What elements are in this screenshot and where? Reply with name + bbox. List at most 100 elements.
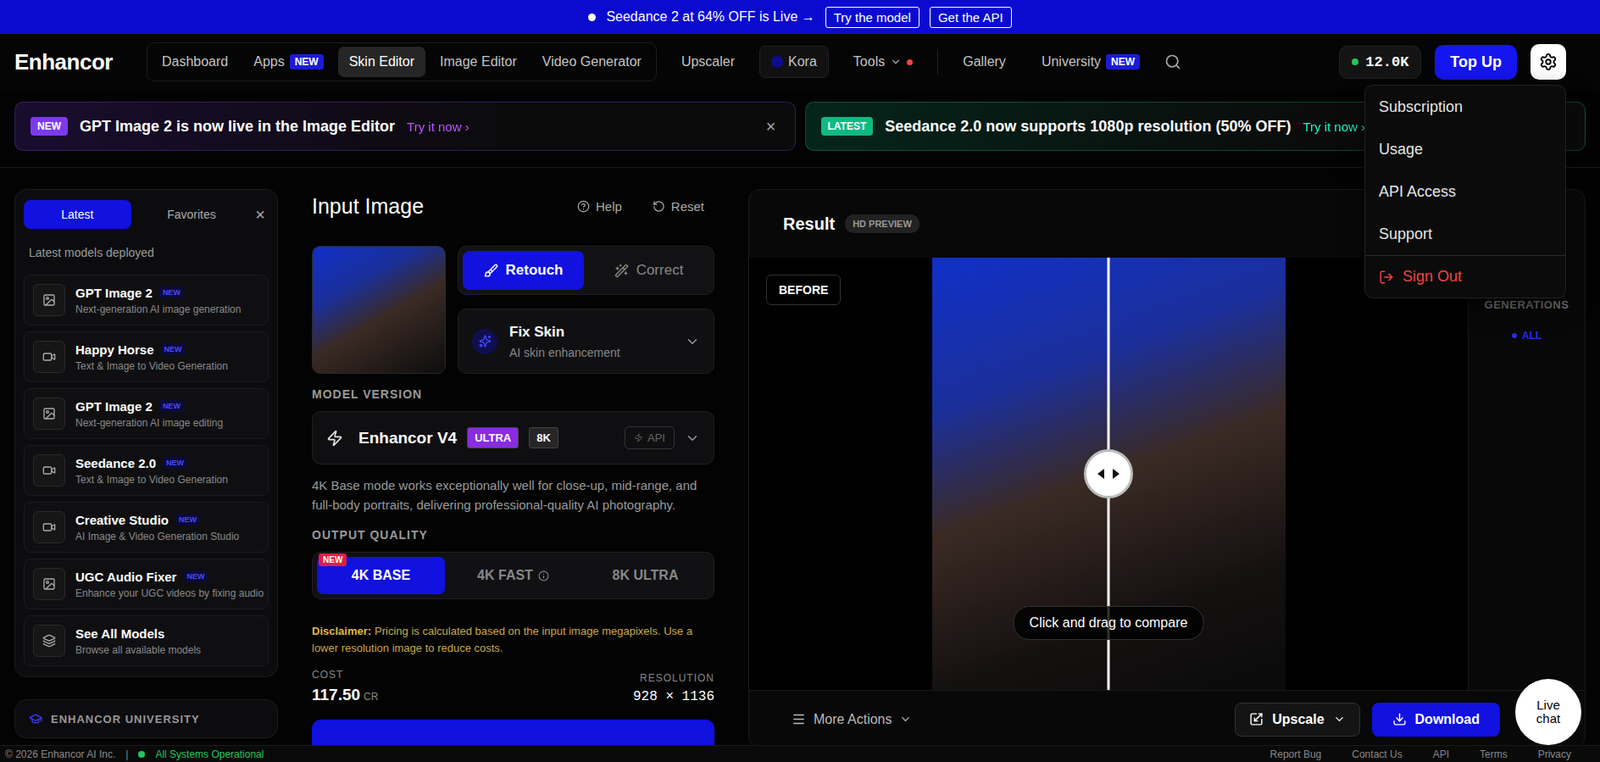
model-item[interactable]: UGC Audio FixerNEWEnhance your UGC video… xyxy=(23,558,269,610)
nav-link[interactable]: Video Generator xyxy=(531,46,653,78)
nav-link[interactable]: Upscaler xyxy=(670,46,746,78)
generate-button[interactable] xyxy=(311,719,715,745)
chevron-down-icon xyxy=(889,55,902,68)
input-thumbnail[interactable] xyxy=(311,245,446,374)
university-card[interactable]: ENHANCOR UNIVERSITY xyxy=(14,699,278,739)
model-item[interactable]: GPT Image 2NEWNext-generation AI image g… xyxy=(23,274,269,326)
mode-button[interactable]: Retouch xyxy=(462,250,584,290)
image-icon xyxy=(42,406,56,421)
menu-item[interactable]: Sign Out xyxy=(1365,255,1566,298)
model-item[interactable]: Creative StudioNEW AI Image & Video Gener… xyxy=(23,501,269,553)
result-image[interactable]: Click and drag to compare xyxy=(932,257,1286,690)
download-button[interactable]: Download xyxy=(1372,702,1500,737)
help-icon xyxy=(577,200,590,213)
kora-pill[interactable]: Kora xyxy=(759,45,829,78)
logo[interactable]: Enhancor xyxy=(14,49,113,76)
model-icon-box xyxy=(33,340,66,373)
promo-button[interactable]: Get the API xyxy=(929,6,1012,28)
tool-title: Fix Skin xyxy=(509,323,673,341)
layers-icon xyxy=(42,633,56,648)
model-title-row: Happy HorseNEW xyxy=(75,342,228,357)
model-title-row: Creative StudioNEW xyxy=(75,512,239,528)
gear-icon xyxy=(1538,52,1558,72)
close-button[interactable]: × xyxy=(762,116,780,137)
model-title: UGC Audio Fixer xyxy=(75,569,177,584)
menu-item[interactable]: Subscription xyxy=(1365,85,1566,128)
model-item[interactable]: See All ModelsBrowse all available model… xyxy=(23,615,269,667)
generations-label: GENERATIONS xyxy=(1484,298,1570,312)
footer-link[interactable]: Privacy xyxy=(1538,748,1572,761)
model-select[interactable]: Enhancor V4ULTRA8KAPI xyxy=(311,411,715,465)
version-badge: 8K xyxy=(528,427,559,449)
settings-button[interactable] xyxy=(1530,44,1567,80)
result-header: ResultHD PREVIEW xyxy=(749,189,1468,258)
quality-option[interactable]: NEW4K BASE xyxy=(316,556,445,595)
promo-button[interactable]: Try the model xyxy=(825,6,920,28)
banner-link[interactable]: Try it now › xyxy=(1302,119,1366,134)
compare-handle[interactable] xyxy=(1083,449,1134,499)
kora-icon xyxy=(771,55,784,68)
image-icon xyxy=(42,577,56,591)
nav-link[interactable]: UniversityNEW xyxy=(1030,46,1151,78)
footer: © 2026 Enhancor AI Inc.|All Systems Oper… xyxy=(0,744,1600,762)
result-actions: More Actions Upscale Download xyxy=(749,689,1585,745)
live-chat-button[interactable]: Live chat xyxy=(1515,678,1582,745)
footer-link[interactable]: Terms xyxy=(1479,748,1508,761)
nav-link[interactable]: Gallery xyxy=(951,46,1017,78)
banner-badge: LATEST xyxy=(821,116,874,136)
generations-filter[interactable]: ALL xyxy=(1511,329,1542,342)
nav-link[interactable]: Skin Editor xyxy=(338,46,426,78)
chevron-down-icon xyxy=(684,333,700,350)
promo-bar: Seedance 2 at 64% OFF is Live → Try the m… xyxy=(0,0,1600,34)
top-up-button[interactable]: Top Up xyxy=(1434,44,1517,80)
tools-menu[interactable]: Tools xyxy=(842,46,924,78)
quality-option[interactable]: 8K ULTRA xyxy=(581,556,710,595)
quality-option[interactable]: 4K FAST xyxy=(449,556,578,595)
cost-row: COST117.50CRRESOLUTION928 × 1136 xyxy=(311,668,715,705)
footer-links: Report Bug Contact Us API Terms Privacy xyxy=(1270,748,1595,761)
sparkles-icon xyxy=(478,334,492,348)
api-button[interactable]: API xyxy=(624,426,675,450)
tool-icon-box xyxy=(472,328,498,355)
input-controls: RetouchCorrect Fix SkinAI skin enhancemen… xyxy=(457,245,715,374)
model-item[interactable]: Happy HorseNEWText & Image to Video Gene… xyxy=(23,331,269,383)
tool-select[interactable]: Fix SkinAI skin enhancement xyxy=(457,308,715,374)
banner-link[interactable]: Try it now › xyxy=(406,119,470,134)
footer-link[interactable]: Contact Us xyxy=(1351,748,1402,761)
menu-item[interactable]: Support xyxy=(1365,212,1566,256)
settings-menu: SubscriptionUsageAPI AccessSupportSign O… xyxy=(1364,84,1567,299)
sidebar-tab[interactable]: Latest xyxy=(23,200,132,229)
upscale-button[interactable]: Upscale xyxy=(1234,702,1360,737)
menu-item[interactable]: Usage xyxy=(1365,127,1566,171)
footer-link[interactable]: API xyxy=(1433,748,1450,761)
version-badge: ULTRA xyxy=(466,427,519,449)
model-text: GPT Image 2NEWNext-generation AI image e… xyxy=(75,399,223,429)
help-button[interactable]: Help xyxy=(577,199,633,214)
model-item[interactable]: Seedance 2.0NEWText & Image to Video Gen… xyxy=(23,444,269,496)
filter-dot xyxy=(1511,333,1517,339)
model-title-row: GPT Image 2NEW xyxy=(75,399,223,414)
result-title: Result xyxy=(783,214,835,234)
model-list: GPT Image 2NEWNext-generation AI image g… xyxy=(23,274,269,667)
mode-button[interactable]: Correct xyxy=(588,250,710,290)
model-subtitle: AI Image & Video Generation Studio xyxy=(75,530,239,543)
nav-link[interactable]: AppsNEW xyxy=(242,46,334,78)
section-label: OUTPUT QUALITY xyxy=(311,527,715,542)
promo-text: Seedance 2 at 64% OFF is Live → xyxy=(605,9,815,25)
footer-link[interactable]: Report Bug xyxy=(1270,748,1323,761)
search-icon[interactable] xyxy=(1164,53,1182,71)
model-text: UGC Audio FixerNEWEnhance your UGC video… xyxy=(75,569,260,600)
sidebar-tab[interactable]: Favorites xyxy=(138,200,246,229)
more-actions-button[interactable]: More Actions xyxy=(791,711,912,728)
menu-item[interactable]: API Access xyxy=(1365,170,1566,213)
nav-link[interactable]: Image Editor xyxy=(428,46,528,78)
new-badge: NEW xyxy=(162,456,188,469)
model-icon-box xyxy=(33,567,66,600)
section-label: MODEL VERSION xyxy=(311,387,715,401)
model-item[interactable]: GPT Image 2NEWNext-generation AI image e… xyxy=(23,388,269,439)
nav-link[interactable]: Dashboard xyxy=(150,46,239,78)
close-button[interactable]: × xyxy=(251,205,269,225)
reset-button[interactable]: Reset xyxy=(652,199,715,214)
sidebar: LatestFavorites×Latest models deployedGP… xyxy=(14,188,278,745)
banner-text: Seedance 2.0 now supports 1080p resoluti… xyxy=(884,117,1291,136)
